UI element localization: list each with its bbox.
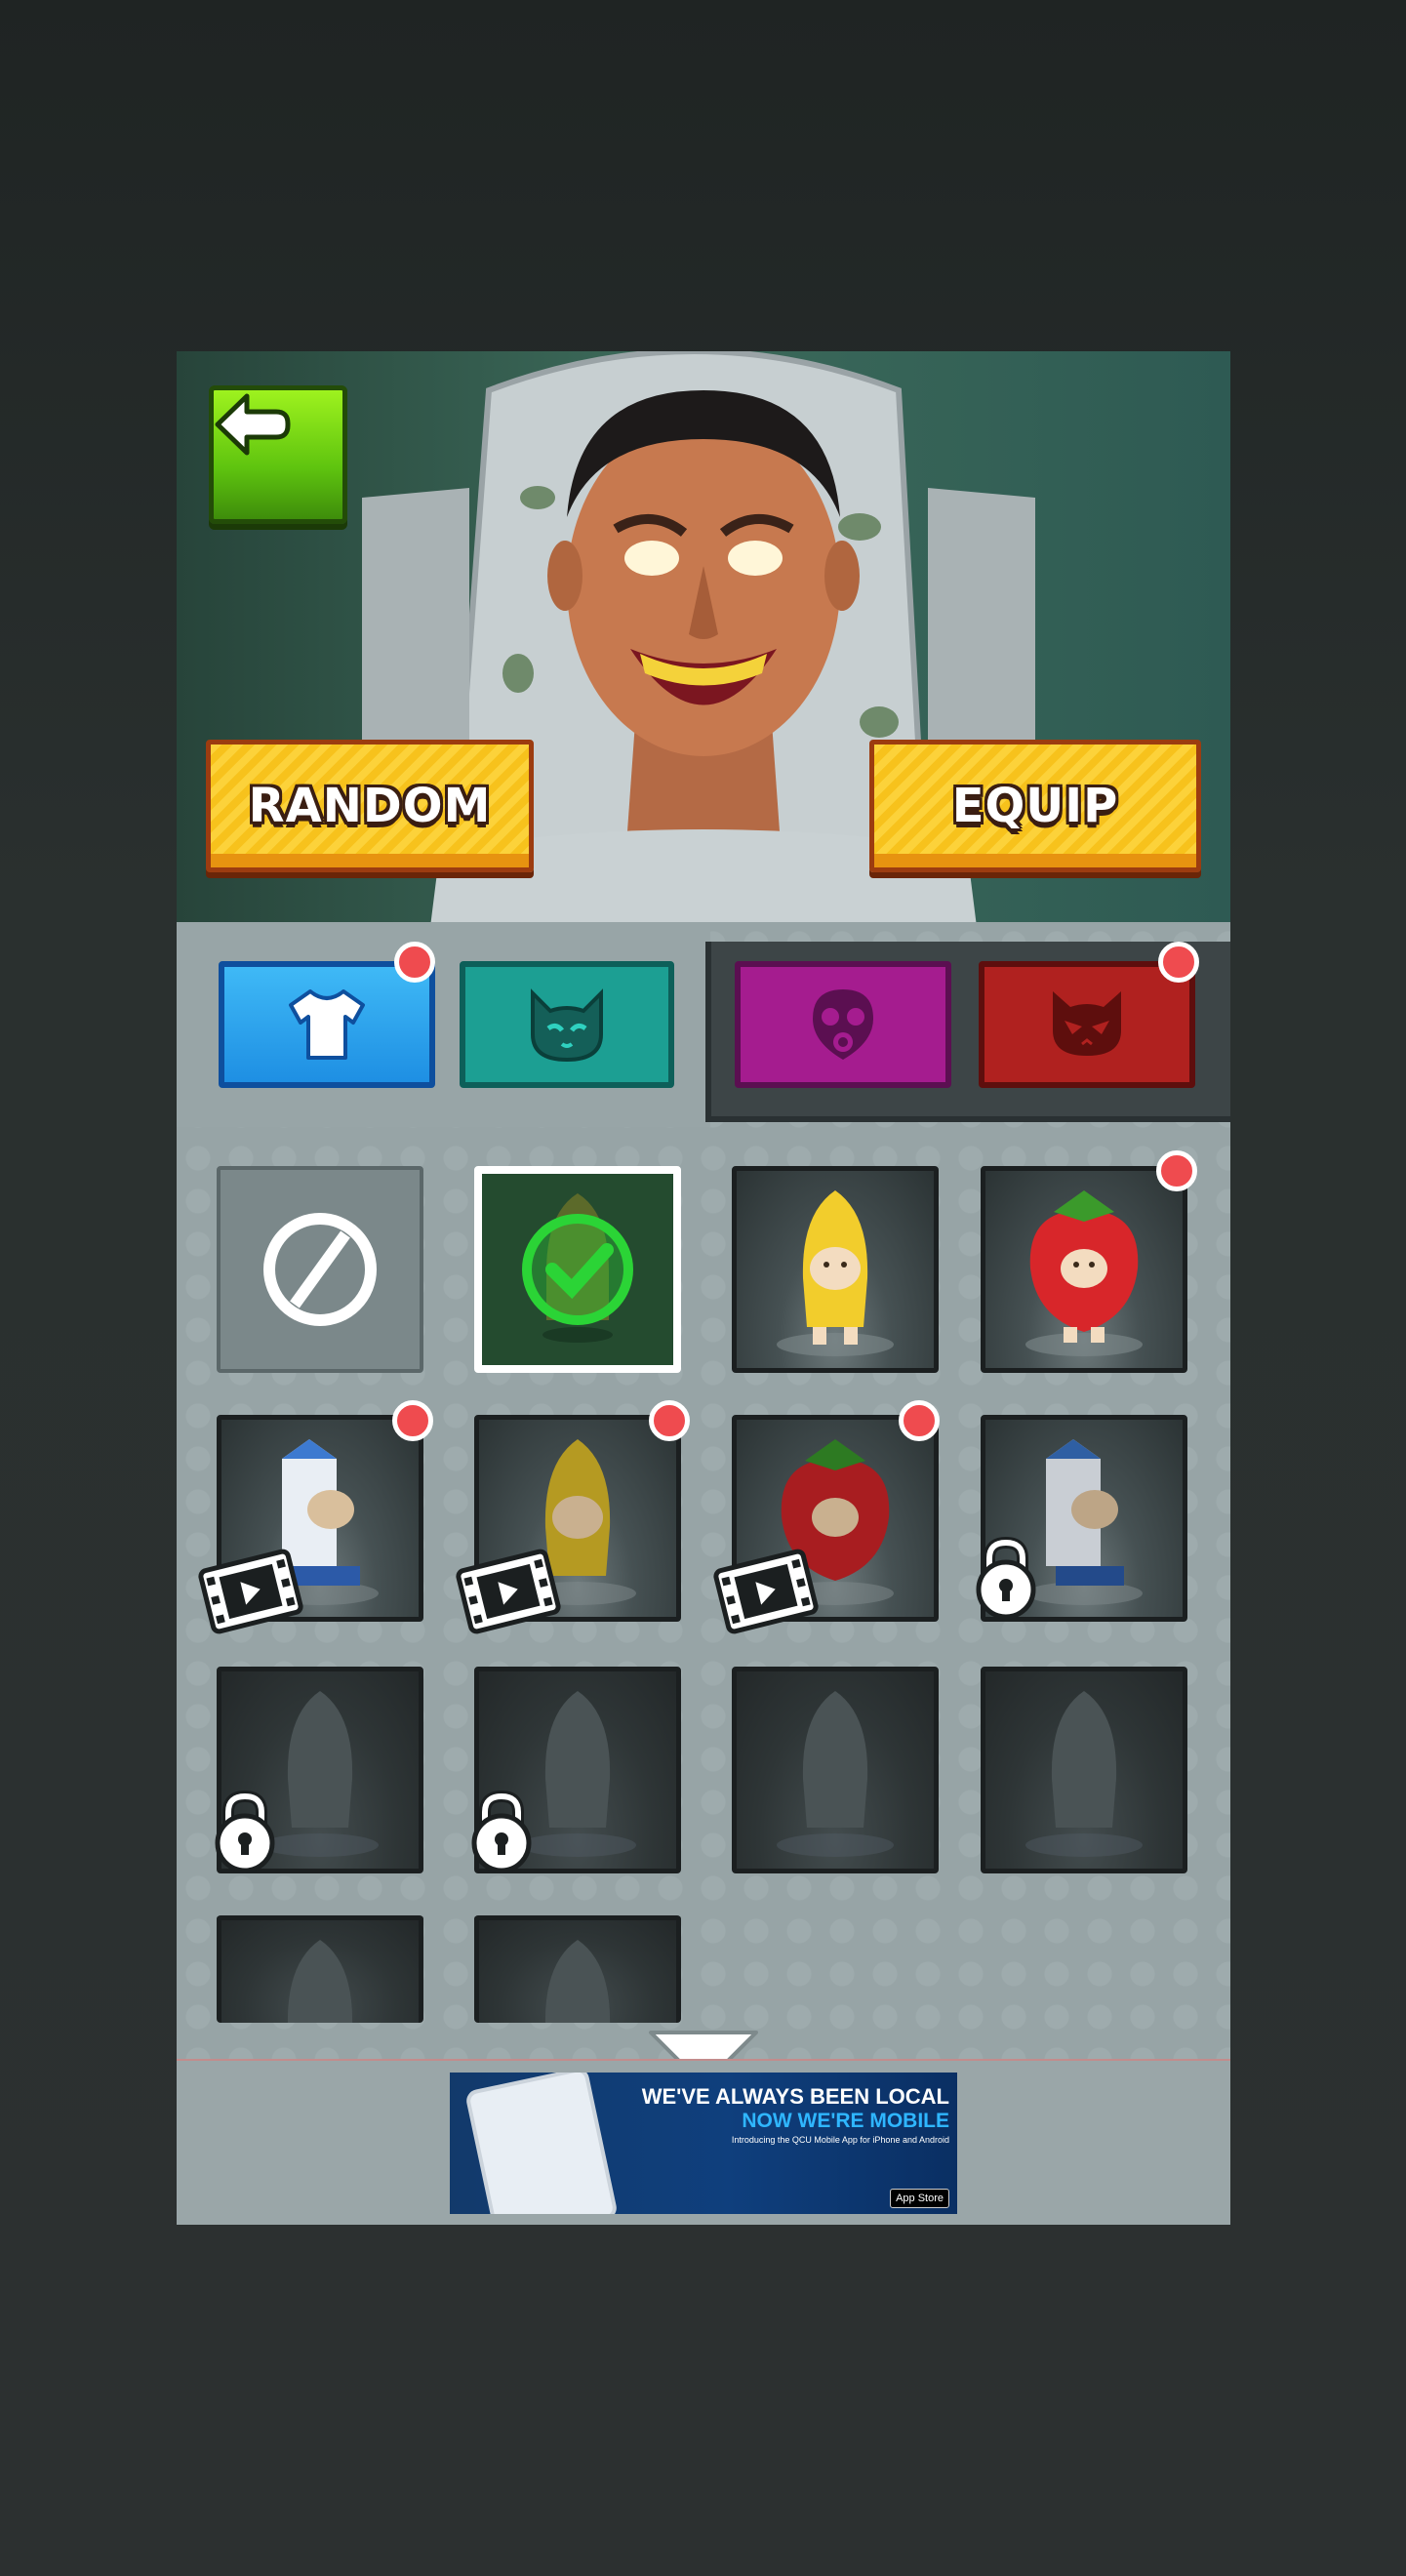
padlock-icon [972,1536,1040,1625]
random-button-label: RANDOM [248,779,492,833]
cat-face-icon [531,988,603,1063]
skull-tab-notification-badge [1158,942,1199,983]
skin-slot-strawberry-cat[interactable] [981,1166,1187,1373]
strawberry-cat-ad-notification-badge [899,1400,940,1441]
milk-cat-notification-badge [392,1400,433,1441]
cat-skull-icon [1053,991,1121,1056]
random-button[interactable]: RANDOM [206,740,534,872]
tab-cat[interactable] [460,961,674,1088]
equip-button-label: EQUIP [951,779,1119,833]
watch-ad-icon [196,1547,305,1640]
tshirt-icon [289,989,365,1060]
ad-banner-area: WE'VE ALWAYS BEEN LOCAL NOW WE'RE MOBILE… [177,2059,1230,2225]
strawberry-cat-figure [1025,1190,1143,1356]
skin-slot-equipped[interactable] [474,1166,681,1373]
ad-body: Introducing the QCU Mobile App for iPhon… [731,2135,949,2145]
silhouette-figure [1025,1691,1143,1857]
padlock-icon [467,1790,536,1878]
equip-button[interactable]: EQUIP [869,740,1201,872]
skin-slot-banana-cat[interactable] [732,1166,939,1373]
app-store-badge[interactable]: App Store [890,2189,949,2208]
silhouette-figure [544,1940,611,2023]
banana-cat-notification-badge [649,1400,690,1441]
equipped-check-icon [522,1214,633,1325]
silhouette-figure [777,1691,894,1857]
phone-image [463,2073,620,2214]
gas-mask-icon [813,989,873,1060]
tab-skull[interactable] [979,961,1195,1088]
silhouette-figure [287,1940,353,2023]
none-icon [263,1213,377,1326]
tab-mask[interactable] [735,961,951,1088]
skin-slot-none[interactable] [217,1166,423,1373]
character-preview: RANDOM EQUIP [177,351,1230,927]
back-button[interactable] [209,385,347,524]
skin-slot-hidden[interactable] [732,1667,939,1873]
padlock-icon [211,1790,279,1878]
banana-cat-figure [777,1190,894,1356]
back-arrow-icon [215,393,291,456]
outfit-tab-notification-badge [394,942,435,983]
strawberry-cat-notification-badge [1156,1150,1197,1191]
skins-panel: WE'VE ALWAYS BEEN LOCAL NOW WE'RE MOBILE… [177,922,1230,2225]
tab-outfit[interactable] [219,961,435,1088]
game-screen: RANDOM EQUIP WE'VE ALWAYS BEEN LOCAL NOW… [177,351,1230,2225]
skin-slot-hidden[interactable] [217,1915,423,2023]
skin-slot-hidden[interactable] [474,1915,681,2023]
ad-subheadline: NOW WE'RE MOBILE [742,2110,949,2132]
ad-headline: WE'VE ALWAYS BEEN LOCAL [641,2084,949,2109]
watch-ad-icon [711,1547,821,1640]
watch-ad-icon [454,1547,563,1640]
ad-banner[interactable]: WE'VE ALWAYS BEEN LOCAL NOW WE'RE MOBILE… [450,2073,957,2214]
skin-slot-hidden[interactable] [981,1667,1187,1873]
